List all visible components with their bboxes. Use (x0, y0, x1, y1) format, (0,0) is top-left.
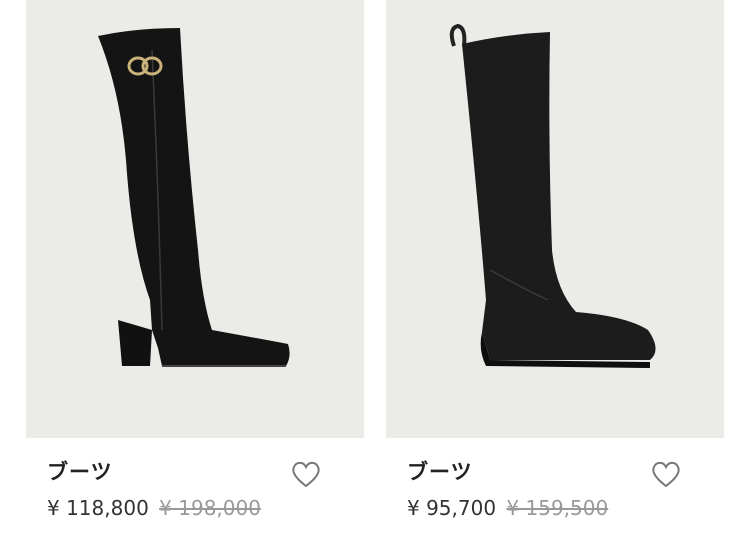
product-name[interactable]: ブーツ (407, 456, 473, 486)
price-row: ¥ 118,800 ¥ 198,000 (47, 496, 261, 520)
product-image[interactable] (386, 0, 724, 438)
sale-price: ¥ 118,800 (47, 496, 149, 520)
product-card[interactable]: ブーツ ¥ 118,800 ¥ 198,000 (26, 0, 364, 544)
price-row: ¥ 95,700 ¥ 159,500 (407, 496, 608, 520)
product-image[interactable] (26, 0, 364, 438)
boot-illustration (98, 28, 290, 367)
heart-outline-icon[interactable] (290, 459, 322, 489)
original-price: ¥ 198,000 (159, 496, 261, 520)
product-name[interactable]: ブーツ (47, 456, 113, 486)
original-price: ¥ 159,500 (506, 496, 609, 520)
heart-outline-icon[interactable] (650, 459, 682, 489)
product-card[interactable]: ブーツ ¥ 95,700 ¥ 159,500 (386, 0, 724, 544)
boot-illustration (449, 23, 656, 368)
sale-price: ¥ 95,700 (407, 496, 497, 520)
